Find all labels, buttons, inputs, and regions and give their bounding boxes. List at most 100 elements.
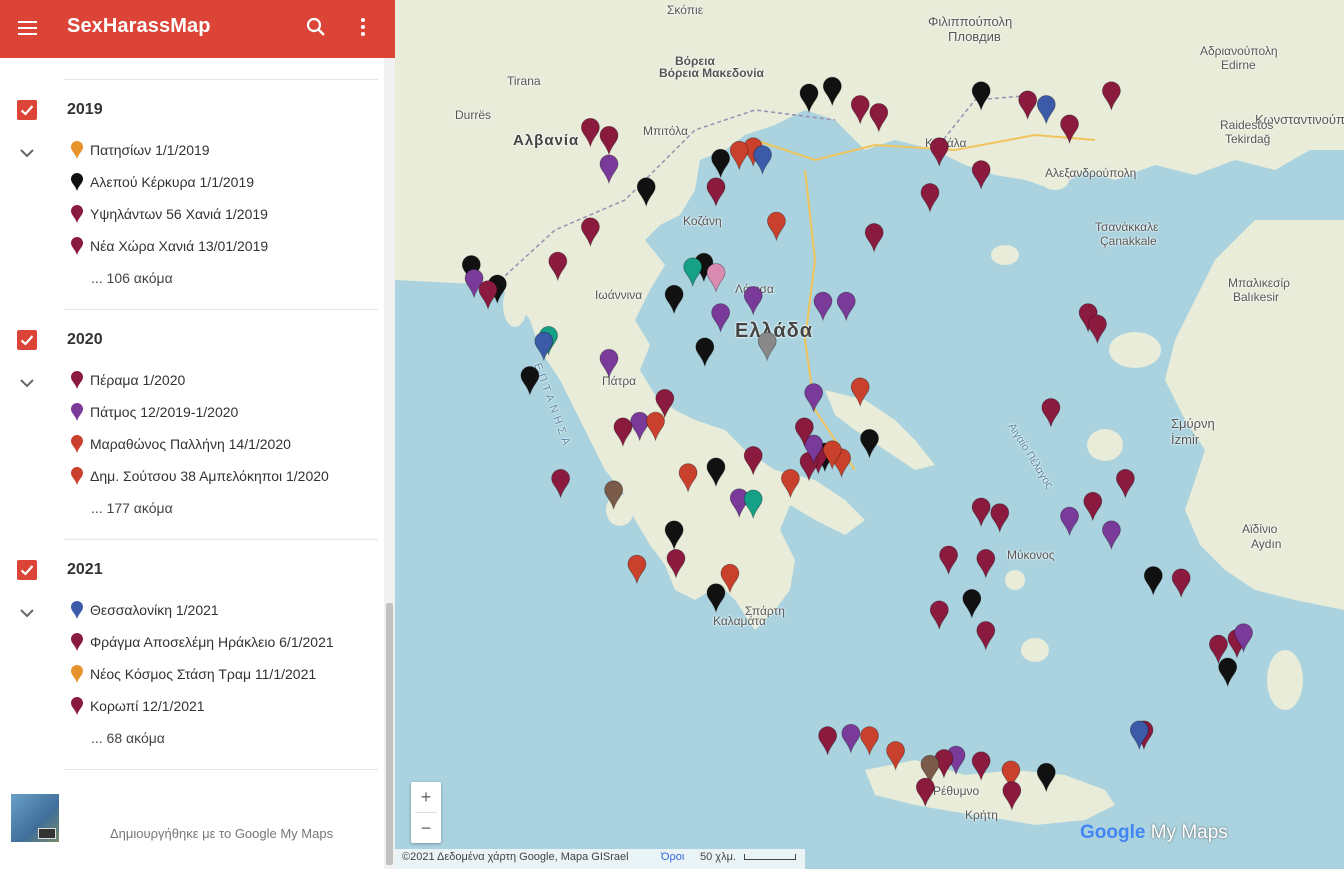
- map-pin[interactable]: [1036, 762, 1056, 793]
- base-map-thumbnail[interactable]: [11, 794, 59, 842]
- map-pin[interactable]: [971, 497, 991, 528]
- map-pin[interactable]: [1171, 568, 1191, 599]
- map-pin[interactable]: [864, 223, 884, 253]
- map-pin[interactable]: [860, 428, 879, 459]
- map-pin[interactable]: [706, 457, 726, 488]
- map-pin[interactable]: [706, 177, 726, 208]
- map-pin[interactable]: [753, 145, 772, 176]
- map-pin[interactable]: [478, 280, 498, 311]
- chevron-down-icon[interactable]: [19, 146, 35, 158]
- map-pin[interactable]: [627, 554, 647, 585]
- menu-icon[interactable]: [16, 16, 40, 40]
- map-canvas[interactable]: Σκόπιε Βόρεια Μακεδονία Tirana Αλβανία D…: [395, 0, 1344, 869]
- show-more-link[interactable]: ... 106 ακόμα: [91, 270, 173, 286]
- map-pin[interactable]: [695, 337, 715, 368]
- map-pin[interactable]: [711, 303, 731, 333]
- map-pin[interactable]: [822, 76, 842, 107]
- map-pin[interactable]: [520, 366, 540, 396]
- layer-item[interactable]: Αλεπού Κέρκυρα 1/1/2019: [70, 172, 370, 192]
- layer-item[interactable]: Κορωπί 12/1/2021: [70, 696, 370, 716]
- map-pin[interactable]: [1041, 398, 1061, 428]
- map-pin[interactable]: [678, 463, 698, 494]
- zoom-in-button[interactable]: +: [411, 782, 441, 812]
- map-pin[interactable]: [1060, 114, 1079, 145]
- map-pin[interactable]: [850, 377, 870, 408]
- layer-item[interactable]: Πατησίων 1/1/2019: [70, 140, 370, 160]
- layer-title[interactable]: 2021: [67, 561, 103, 579]
- map-pin[interactable]: [1102, 81, 1121, 112]
- map-pin[interactable]: [1088, 314, 1107, 345]
- show-more-link[interactable]: ... 68 ακόμα: [91, 730, 165, 746]
- map-pin[interactable]: [976, 549, 996, 579]
- map-pin[interactable]: [1060, 506, 1079, 537]
- map-pin[interactable]: [743, 446, 763, 476]
- map-pin[interactable]: [683, 257, 703, 288]
- map-pin[interactable]: [1115, 468, 1135, 499]
- map-pin[interactable]: [850, 95, 870, 125]
- map-pin[interactable]: [636, 177, 656, 208]
- map-pin[interactable]: [990, 503, 1010, 534]
- layer-visibility-checkbox[interactable]: [17, 100, 37, 120]
- map-pin[interactable]: [729, 140, 749, 171]
- layer-item[interactable]: Φράγμα Αποσελέμη Ηράκλειο 6/1/2021: [70, 632, 370, 652]
- map-pin[interactable]: [860, 726, 879, 757]
- map-pin[interactable]: [799, 83, 819, 114]
- layer-item[interactable]: Νέος Κόσμος Στάση Τραμ 11/1/2021: [70, 664, 370, 684]
- map-pin[interactable]: [757, 331, 777, 362]
- map-pin[interactable]: [1002, 781, 1022, 811]
- layer-item[interactable]: Μαραθώνος Παλλήνη 14/1/2020: [70, 434, 370, 454]
- map-pin[interactable]: [743, 489, 763, 520]
- map-pin[interactable]: [580, 217, 600, 248]
- map-pin[interactable]: [781, 468, 800, 499]
- map-pin[interactable]: [836, 291, 856, 322]
- map-pin[interactable]: [604, 480, 624, 511]
- layer-item[interactable]: Πέραμα 1/2020: [70, 370, 370, 390]
- map-pin[interactable]: [548, 251, 568, 282]
- map-pin[interactable]: [534, 331, 554, 362]
- layer-item[interactable]: Πάτμος 12/2019-1/2020: [70, 402, 370, 422]
- map-pin[interactable]: [869, 103, 889, 133]
- map-pin[interactable]: [666, 549, 686, 579]
- map-pin[interactable]: [804, 383, 824, 414]
- layer-item[interactable]: Νέα Χώρα Χανιά 13/01/2019: [70, 236, 370, 256]
- layer-title[interactable]: 2019: [67, 101, 103, 119]
- map-pin[interactable]: [706, 583, 726, 614]
- map-pin[interactable]: [939, 545, 958, 576]
- map-pin[interactable]: [1036, 95, 1056, 125]
- map-pin[interactable]: [664, 284, 684, 315]
- map-pin[interactable]: [580, 117, 600, 148]
- show-more-link[interactable]: ... 177 ακόμα: [91, 500, 173, 516]
- map-pin[interactable]: [711, 148, 731, 179]
- zoom-out-button[interactable]: −: [411, 813, 441, 843]
- map-pin[interactable]: [1218, 657, 1238, 688]
- map-pin[interactable]: [599, 154, 619, 185]
- layer-item[interactable]: Δημ. Σούτσου 38 Αμπελόκηποι 1/2020: [70, 466, 370, 486]
- map-pin[interactable]: [743, 286, 763, 316]
- map-pin[interactable]: [920, 183, 940, 213]
- map-pin[interactable]: [929, 600, 949, 631]
- map-pin[interactable]: [706, 263, 726, 293]
- map-pin[interactable]: [1083, 491, 1103, 522]
- map-pin[interactable]: [929, 137, 949, 168]
- map-pin[interactable]: [599, 125, 619, 156]
- layer-item[interactable]: Θεσσαλονίκη 1/2021: [70, 600, 370, 620]
- map-pin[interactable]: [599, 348, 619, 379]
- map-pin[interactable]: [915, 777, 935, 808]
- map-pin[interactable]: [1018, 90, 1038, 121]
- map-pin[interactable]: [976, 621, 996, 651]
- map-pin[interactable]: [818, 726, 838, 757]
- map-pin[interactable]: [813, 291, 833, 322]
- map-pin[interactable]: [1102, 520, 1121, 551]
- map-pin[interactable]: [664, 520, 684, 551]
- chevron-down-icon[interactable]: [19, 376, 35, 388]
- scrollbar-thumb[interactable]: [386, 603, 393, 865]
- footer-credit[interactable]: Δημιουργήθηκε με το Google My Maps: [110, 826, 333, 841]
- chevron-down-icon[interactable]: [19, 606, 35, 618]
- terms-link[interactable]: Όροι: [661, 851, 684, 863]
- map-pin[interactable]: [962, 589, 982, 619]
- map-pin[interactable]: [971, 81, 991, 112]
- more-vert-icon[interactable]: [352, 15, 376, 39]
- map-pin[interactable]: [630, 411, 650, 442]
- layer-item[interactable]: Υψηλάντων 56 Χανιά 1/2019: [70, 204, 370, 224]
- layer-visibility-checkbox[interactable]: [17, 330, 37, 350]
